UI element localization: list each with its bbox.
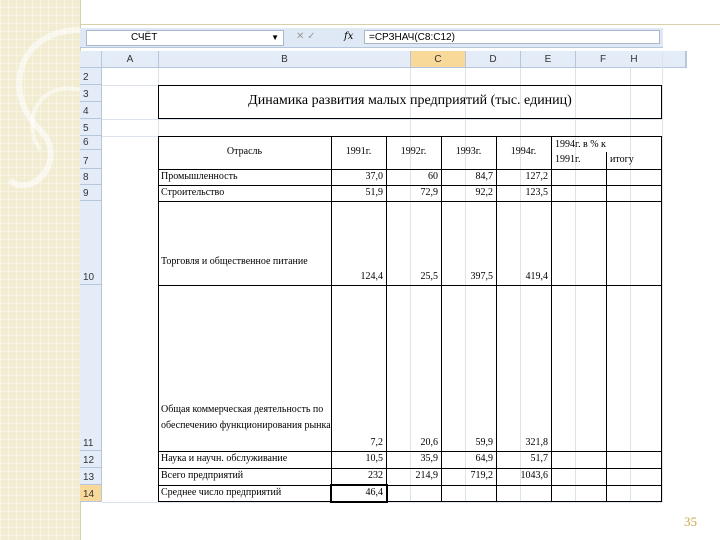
decorative-side-panel: [0, 0, 80, 540]
column-header-a[interactable]: A: [102, 51, 159, 68]
column-header-b[interactable]: B: [159, 51, 411, 68]
cell-1991[interactable]: 7,2: [331, 437, 386, 448]
column-header-h[interactable]: H: [606, 51, 663, 68]
cell-1994[interactable]: 419,4: [496, 271, 551, 282]
cell-1991[interactable]: 124,4: [331, 271, 386, 282]
header-1992[interactable]: 1992г.: [386, 146, 441, 157]
row-number: 5: [83, 123, 89, 134]
row-header-4[interactable]: 4: [80, 102, 102, 119]
divider-horizontal: [80, 24, 720, 25]
row-header-14[interactable]: 14: [80, 485, 102, 502]
row-header-9[interactable]: 9: [80, 185, 102, 201]
row-industry-name[interactable]: Среднее число предприятий: [161, 487, 331, 498]
gridline: [102, 119, 663, 120]
row-number: 14: [83, 489, 95, 500]
cell-1991[interactable]: 10,5: [331, 453, 386, 464]
chevron-down-icon[interactable]: ▼: [271, 31, 279, 45]
table-title: Динамика развития малых предприятий (тыс…: [248, 93, 572, 108]
cell-1992[interactable]: 214,9: [386, 470, 441, 481]
table-line: [551, 136, 552, 502]
row-number: 6: [83, 137, 89, 148]
name-box[interactable]: СЧЁТ ▼: [86, 30, 284, 46]
cell-1993[interactable]: 397,5: [441, 271, 496, 282]
row-industry-name[interactable]: Строительство: [161, 187, 331, 198]
row-number: 12: [83, 455, 95, 466]
header-1993[interactable]: 1993г.: [441, 146, 496, 157]
page-number: 35: [684, 514, 697, 529]
row-industry-name[interactable]: Наука и научн. обслуживание: [161, 453, 331, 464]
cancel-confirm-icon[interactable]: ✕ ✓: [296, 30, 316, 44]
formula-buttons: ✕ ✓ fx: [292, 30, 358, 44]
row-header-6[interactable]: 6: [80, 136, 102, 150]
decorative-swirl-icon: [7, 27, 80, 189]
cell-1994[interactable]: 127,2: [496, 171, 551, 182]
row-number: 11: [83, 438, 94, 449]
row-header-11[interactable]: 11: [80, 285, 102, 451]
header-percent[interactable]: 1994г. в % к: [555, 139, 659, 150]
cell-1994[interactable]: 51,7: [496, 453, 551, 464]
cell-1993[interactable]: 64,9: [441, 453, 496, 464]
insert-function-button[interactable]: fx: [344, 30, 353, 44]
table-line: [158, 185, 662, 186]
row-header-5[interactable]: 5: [80, 119, 102, 136]
row-number: 2: [83, 72, 89, 83]
column-header-d[interactable]: D: [466, 51, 521, 68]
row-header-2[interactable]: 2: [80, 68, 102, 85]
table-line: [158, 485, 662, 486]
cell-1992[interactable]: 20,6: [386, 437, 441, 448]
table-line: [158, 201, 662, 202]
row-number: 8: [83, 172, 89, 183]
header-1991[interactable]: 1991г.: [331, 146, 386, 157]
select-all-corner[interactable]: [80, 51, 102, 68]
cell-1993[interactable]: 92,2: [441, 187, 496, 198]
table-line: [606, 152, 607, 502]
row-number: 13: [83, 472, 95, 483]
header-1994[interactable]: 1994г.: [496, 146, 551, 157]
cell-1992[interactable]: 60: [386, 171, 441, 182]
table-line: [158, 169, 662, 170]
cell-1993[interactable]: 59,9: [441, 437, 496, 448]
row-industry-name[interactable]: Всего предприятий: [161, 470, 331, 481]
formula-bar: СЧЁТ ▼ ✕ ✓ fx =СРЗНАЧ(C8:C12): [80, 28, 663, 48]
cell-1994[interactable]: 1043,6: [496, 470, 551, 481]
table-line: [158, 285, 662, 286]
row-header-10[interactable]: 10: [80, 201, 102, 285]
table-line: [158, 451, 662, 452]
table-line: [158, 468, 662, 469]
active-cell-cursor: [330, 484, 388, 503]
row-header-3[interactable]: 3: [80, 85, 102, 102]
column-header-h-spacer: [686, 51, 687, 68]
cell-1994[interactable]: 321,8: [496, 437, 551, 448]
header-percent-total[interactable]: итогу: [610, 154, 660, 165]
cell-1992[interactable]: 72,9: [386, 187, 441, 198]
column-header-e[interactable]: E: [521, 51, 576, 68]
row-number: 4: [83, 106, 89, 117]
cell-1991[interactable]: 51,9: [331, 187, 386, 198]
cell-1994[interactable]: 123,5: [496, 187, 551, 198]
cell-1993[interactable]: 84,7: [441, 171, 496, 182]
header-percent-1991[interactable]: 1991г.: [555, 154, 605, 165]
cell-1991[interactable]: 232: [331, 470, 386, 481]
row-header-7[interactable]: 7: [80, 150, 102, 169]
row-header-13[interactable]: 13: [80, 468, 102, 485]
formula-input[interactable]: =СРЗНАЧ(C8:C12): [364, 30, 660, 44]
row-industry-name[interactable]: Промышленность: [161, 171, 331, 182]
row-header-8[interactable]: 8: [80, 169, 102, 185]
cell-1992[interactable]: 25,5: [386, 271, 441, 282]
row-industry-name[interactable]: Торговля и общественное питание: [161, 253, 326, 270]
header-industry[interactable]: Отрасль: [158, 146, 331, 157]
name-box-value: СЧЁТ: [131, 32, 158, 43]
row-number: 3: [83, 89, 89, 100]
row-header-12[interactable]: 12: [80, 451, 102, 468]
cell-1992[interactable]: 35,9: [386, 453, 441, 464]
column-header-c[interactable]: C: [411, 51, 466, 68]
row-number: 7: [83, 156, 89, 167]
cell-1993[interactable]: 719,2: [441, 470, 496, 481]
row-number: 9: [83, 188, 89, 199]
cell-1991[interactable]: 37,0: [331, 171, 386, 182]
row-industry-name[interactable]: Общая коммерческая деятельность по обесп…: [161, 402, 331, 434]
row-number: 10: [83, 272, 95, 283]
